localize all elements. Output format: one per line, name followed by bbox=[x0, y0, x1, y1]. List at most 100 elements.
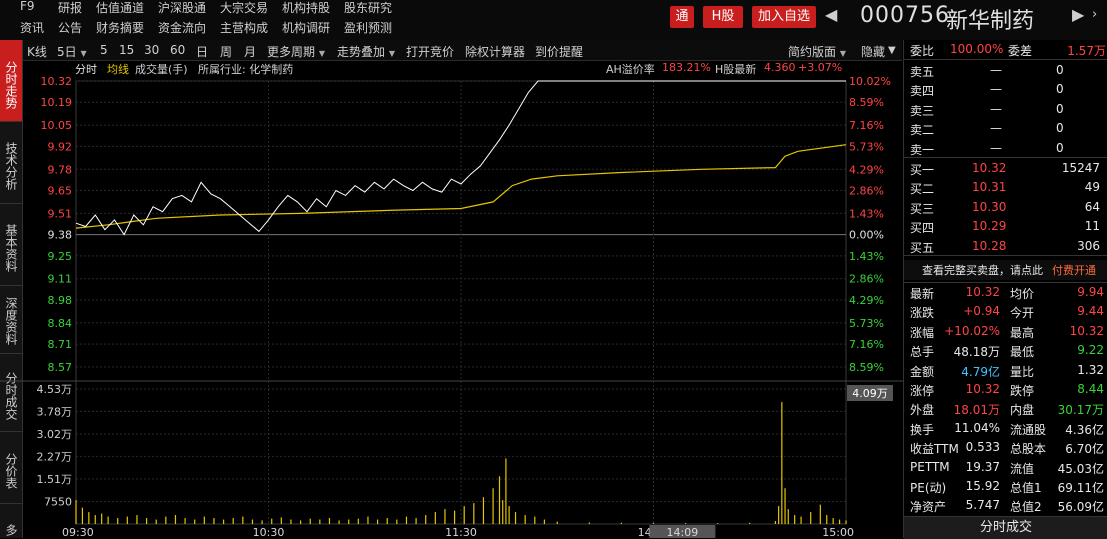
bid-level-row: 买三 10.30 64 bbox=[910, 198, 1106, 217]
stat-value: 9.22 bbox=[1077, 343, 1104, 358]
level-volume: 49 bbox=[1084, 180, 1100, 195]
level-price: 10.32 bbox=[972, 161, 1007, 175]
divider bbox=[904, 59, 1107, 60]
stat-label: 最低 bbox=[1010, 345, 1035, 360]
stat-label: 金额 bbox=[910, 364, 935, 379]
pct-tick-label: 1.43% bbox=[849, 250, 884, 263]
level-volume: 0 bbox=[1056, 101, 1064, 116]
stat-value: 15.92 bbox=[965, 479, 1000, 493]
stat-label: 总值1 bbox=[1010, 481, 1042, 495]
tick-trades-tab[interactable]: 分时成交 bbox=[904, 516, 1107, 539]
full-depth-row[interactable]: 查看完整买卖盘，请点此 付费开通 bbox=[904, 260, 1107, 280]
stat-label: 总手 bbox=[910, 345, 935, 360]
order-ratio-value: 100.00% bbox=[950, 42, 1004, 56]
intraday-chart[interactable]: 10.32 10.02% 10.19 8.59% 10.05 7.16% 9.92 5.73%… bbox=[0, 0, 903, 538]
stat-label: 今开 bbox=[1010, 306, 1035, 321]
stat-row: 金额 4.79亿 量比 1.32 bbox=[910, 361, 1106, 380]
volume-tick-label: 2.27万 bbox=[37, 450, 73, 463]
stat-label: 总股本 bbox=[1010, 442, 1047, 457]
stat-row: 收益TTM 0.533 总股本 6.70亿 bbox=[910, 438, 1106, 457]
level-volume: 0 bbox=[1056, 63, 1064, 77]
stat-value: 19.37 bbox=[965, 459, 1000, 474]
stat-value: 1.32 bbox=[1077, 362, 1104, 377]
level-volume: 0 bbox=[1056, 82, 1064, 97]
stat-value: 9.94 bbox=[1077, 285, 1104, 299]
price-tick-label: 9.51 bbox=[48, 207, 73, 220]
full-depth-text: 查看完整买卖盘，请点此 bbox=[922, 264, 1043, 277]
level-label: 买四 bbox=[910, 221, 935, 236]
price-tick-label: 10.19 bbox=[41, 96, 73, 109]
time-tick-label: 15:00 bbox=[822, 526, 854, 538]
stat-label: 净资产 bbox=[910, 500, 947, 515]
stat-value: 56.09亿 bbox=[1057, 500, 1104, 515]
volume-tick-label: 7550 bbox=[44, 496, 72, 509]
level-price: 10.31 bbox=[972, 180, 1007, 195]
pct-tick-label: 2.86% bbox=[849, 273, 884, 286]
stat-value: +10.02% bbox=[944, 323, 1000, 338]
stat-row: 涨幅 +10.02% 最高 10.32 bbox=[910, 322, 1106, 341]
stat-label: 涨幅 bbox=[910, 325, 935, 340]
stat-value: 11.04% bbox=[954, 420, 1000, 435]
order-diff-value: 1.57万 bbox=[1067, 44, 1106, 58]
level-label: 卖五 bbox=[910, 65, 935, 79]
level-label: 卖三 bbox=[910, 103, 935, 118]
price-tick-label: 9.38 bbox=[48, 229, 73, 242]
stat-label: 均价 bbox=[1010, 287, 1035, 301]
price-tick-label: 8.98 bbox=[48, 294, 73, 307]
stat-row: 涨停 10.32 跌停 8.44 bbox=[910, 380, 1106, 399]
stat-value: 4.79亿 bbox=[961, 364, 1000, 379]
pct-tick-label: 8.59% bbox=[849, 361, 884, 374]
level-label: 买一 bbox=[910, 163, 935, 177]
chart-grid bbox=[0, 80, 903, 525]
stat-row: 总手 48.18万 最低 9.22 bbox=[910, 341, 1106, 360]
stat-label: 流通股 bbox=[1010, 422, 1047, 437]
level-label: 卖四 bbox=[910, 84, 935, 99]
level-volume: 11 bbox=[1084, 219, 1100, 234]
stat-value: 45.03亿 bbox=[1057, 461, 1104, 476]
stat-value: 5.747 bbox=[965, 498, 1000, 513]
level-volume: 306 bbox=[1077, 238, 1100, 253]
stat-value: +0.94 bbox=[963, 304, 1000, 319]
subscribe-link[interactable]: 付费开通 bbox=[1052, 262, 1096, 278]
chevron-right-icon[interactable]: › bbox=[1092, 7, 1097, 22]
level-price: 10.29 bbox=[972, 219, 1007, 234]
ask-level-row: 卖一 — 0 bbox=[910, 139, 1106, 158]
level-price: — bbox=[990, 63, 1002, 77]
price-tick-label: 10.05 bbox=[41, 119, 73, 132]
stat-label: 换手 bbox=[910, 422, 935, 437]
price-tick-label: 9.25 bbox=[48, 250, 73, 263]
quote-panel: 委比 100.00% 委差 1.57万 卖五 — 0 卖四 — 0 卖三 — 0 卖二 — 0 卖一 — 0… bbox=[903, 40, 1107, 539]
price-tick-label: 9.11 bbox=[48, 273, 73, 286]
stat-value: 48.18万 bbox=[953, 345, 1000, 360]
level-label: 买二 bbox=[910, 182, 935, 197]
price-tick-label: 9.78 bbox=[48, 163, 73, 176]
price-tick-label: 8.57 bbox=[48, 361, 73, 374]
pct-tick-label: 10.02% bbox=[849, 75, 891, 88]
time-tick-label: 14:09 bbox=[667, 526, 699, 538]
stat-row: PE(动) 15.92 总值1 69.11亿 bbox=[910, 477, 1106, 496]
bid-level-row: 买二 10.31 49 bbox=[910, 178, 1106, 197]
time-tick-label: 10:30 bbox=[253, 526, 285, 538]
stat-label: 内盘 bbox=[1010, 403, 1035, 418]
price-tick-label: 10.32 bbox=[41, 75, 73, 88]
stat-label: 涨停 bbox=[910, 384, 935, 398]
level-label: 卖二 bbox=[910, 123, 935, 138]
volume-tick-label: 3.02万 bbox=[37, 428, 73, 441]
order-ratio-label: 委比 bbox=[910, 44, 935, 58]
price-tick-label: 8.84 bbox=[48, 317, 73, 330]
triangle-right-icon[interactable]: ▶ bbox=[1072, 5, 1084, 24]
level-volume: 0 bbox=[1056, 140, 1064, 155]
stat-value: 30.17万 bbox=[1057, 403, 1104, 418]
pct-tick-label: 1.43% bbox=[849, 207, 884, 220]
level-price: — bbox=[990, 140, 1002, 155]
bid-level-row: 买一 10.32 15247 bbox=[910, 159, 1106, 178]
bid-level-row: 买五 10.28 306 bbox=[910, 237, 1106, 256]
level-price: 10.30 bbox=[972, 199, 1007, 214]
time-tick-label: 11:30 bbox=[445, 526, 477, 538]
stat-label: 最新 bbox=[910, 287, 935, 301]
stat-value: 10.32 bbox=[965, 382, 1000, 396]
pct-tick-label: 0.00% bbox=[849, 229, 884, 242]
stat-value: 10.32 bbox=[1069, 323, 1104, 338]
stat-value: 9.44 bbox=[1077, 304, 1104, 319]
stat-row: PETTM 19.37 流值 45.03亿 bbox=[910, 458, 1106, 477]
